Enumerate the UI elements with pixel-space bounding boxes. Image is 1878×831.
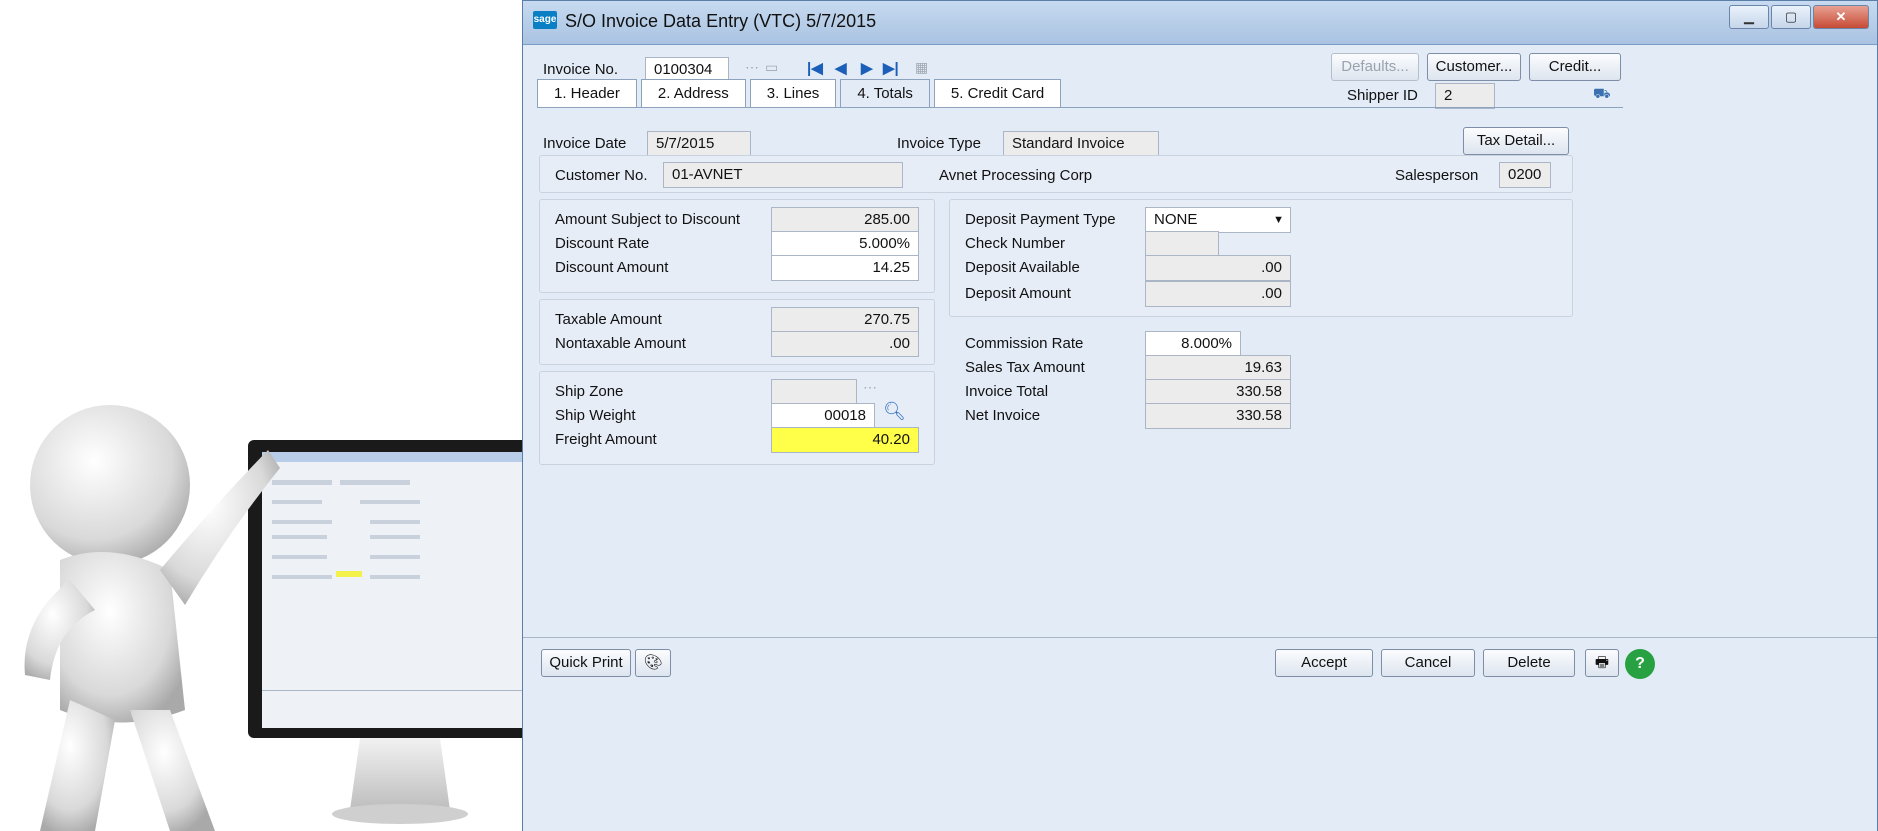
deposit-amount-label: Deposit Amount — [965, 285, 1071, 302]
discount-rate-label: Discount Rate — [555, 235, 650, 252]
cancel-button[interactable]: Cancel — [1381, 649, 1475, 677]
next-record-icon[interactable]: ▶ — [861, 59, 873, 77]
close-icon[interactable]: ✕ — [1813, 5, 1869, 29]
calendar-icon[interactable]: ▦ — [915, 59, 928, 76]
commission-rate-label: Commission Rate — [965, 335, 1084, 352]
net-invoice-label: Net Invoice — [965, 407, 1041, 424]
invoice-date-field[interactable]: 5/7/2015 — [647, 131, 751, 157]
customer-name: Avnet Processing Corp — [939, 167, 1093, 184]
tab-lines[interactable]: 3. Lines — [749, 79, 837, 107]
salesperson-field[interactable]: 0200 — [1499, 162, 1551, 188]
tax-detail-button[interactable]: Tax Detail... — [1463, 127, 1569, 155]
sage-logo-icon: sage — [533, 11, 557, 29]
nontaxable-amount-label: Nontaxable Amount — [555, 335, 686, 352]
ship-weight-field[interactable]: 00018 — [771, 403, 875, 429]
quick-print-button[interactable]: Quick Print — [541, 649, 631, 677]
search-icon[interactable]: 🔍︎ — [883, 401, 906, 422]
window-title: S/O Invoice Data Entry (VTC) 5/7/2015 — [565, 11, 877, 31]
freight-amount-label: Freight Amount — [555, 431, 657, 448]
help-icon[interactable]: ? — [1625, 649, 1655, 679]
invoice-type-label: Invoice Type — [897, 135, 981, 152]
invoice-total-field: 330.58 — [1145, 379, 1291, 405]
first-record-icon[interactable]: |◀ — [807, 59, 823, 77]
customer-no-field[interactable]: 01-AVNET — [663, 162, 903, 188]
previous-record-icon[interactable]: ◀ — [835, 59, 847, 77]
palette-icon[interactable]: 🎨︎ — [635, 649, 671, 677]
amount-subject-label: Amount Subject to Discount — [555, 211, 741, 228]
taxable-amount-label: Taxable Amount — [555, 311, 662, 328]
tab-header[interactable]: 1. Header — [537, 79, 637, 107]
check-number-label: Check Number — [965, 235, 1066, 252]
taxable-amount-field: 270.75 — [771, 307, 919, 333]
footer-divider — [523, 637, 1877, 638]
deposit-amount-field[interactable]: .00 — [1145, 281, 1291, 307]
invoice-no-label: Invoice No. — [543, 61, 619, 78]
freight-amount-field[interactable]: 40.20 — [771, 427, 919, 453]
tab-totals[interactable]: 4. Totals — [840, 79, 930, 107]
ship-zone-field[interactable] — [771, 379, 857, 405]
new-document-icon[interactable]: ▭ — [765, 59, 778, 76]
invoice-type-field[interactable]: Standard Invoice — [1003, 131, 1159, 157]
monitor-screen — [262, 452, 530, 728]
defaults-button[interactable]: Defaults... — [1331, 53, 1419, 81]
discount-amount-label: Discount Amount — [555, 259, 669, 276]
last-record-icon[interactable]: ▶| — [883, 59, 899, 77]
salesperson-label: Salesperson — [1395, 167, 1479, 184]
lookup-icon[interactable]: ⋯ — [745, 59, 759, 76]
sales-tax-amount-field: 19.63 — [1145, 355, 1291, 381]
maximize-icon[interactable]: ▢ — [1771, 5, 1811, 29]
chevron-down-icon[interactable]: ▼ — [1273, 208, 1284, 232]
figure-head — [30, 405, 190, 565]
credit-button[interactable]: Credit... — [1529, 53, 1621, 81]
net-invoice-field: 330.58 — [1145, 403, 1291, 429]
tab-address[interactable]: 2. Address — [640, 79, 746, 107]
discount-rate-field[interactable]: 5.000% — [771, 231, 919, 257]
print-icon[interactable]: 🖶 — [1585, 649, 1619, 677]
ship-zone-lookup-icon[interactable]: ⋯ — [863, 379, 877, 396]
shipper-id-field[interactable]: 2 — [1435, 83, 1495, 109]
commission-rate-field[interactable]: 8.000% — [1145, 331, 1241, 357]
customer-no-label: Customer No. — [555, 167, 648, 184]
figure-with-monitor-illustration — [24, 405, 530, 831]
invoice-data-entry-window: sage S/O Invoice Data Entry (VTC) 5/7/20… — [522, 0, 1878, 831]
deposit-available-field: .00 — [1145, 255, 1291, 281]
ship-zone-label: Ship Zone — [555, 383, 624, 400]
amount-subject-field: 285.00 — [771, 207, 919, 233]
deposit-payment-type-label: Deposit Payment Type — [965, 211, 1116, 228]
customer-button[interactable]: Customer... — [1427, 53, 1521, 81]
shipping-truck-icon[interactable]: ⛟ — [1593, 85, 1611, 104]
invoice-total-label: Invoice Total — [965, 383, 1049, 400]
deposit-payment-type-select[interactable]: NONE ▼ — [1145, 207, 1291, 233]
invoice-date-label: Invoice Date — [543, 135, 627, 152]
accept-button[interactable]: Accept — [1275, 649, 1373, 677]
nontaxable-amount-field: .00 — [771, 331, 919, 357]
delete-button[interactable]: Delete — [1483, 649, 1575, 677]
check-number-field[interactable] — [1145, 231, 1219, 257]
sales-tax-amount-label: Sales Tax Amount — [965, 359, 1085, 376]
tab-strip: 1. Header 2. Address 3. Lines 4. Totals … — [537, 79, 1065, 107]
window-client-area: Invoice No. 0100304 ⋯ ▭ |◀ ◀ ▶ ▶| ▦ Defa… — [523, 45, 1877, 831]
minimize-icon[interactable]: ▁ — [1729, 5, 1769, 29]
tab-credit-card[interactable]: 5. Credit Card — [933, 79, 1062, 107]
deposit-available-label: Deposit Available — [965, 259, 1080, 276]
discount-amount-field[interactable]: 14.25 — [771, 255, 919, 281]
title-bar: sage S/O Invoice Data Entry (VTC) 5/7/20… — [523, 1, 1877, 45]
shipper-id-label: Shipper ID — [1347, 87, 1418, 104]
ship-weight-label: Ship Weight — [555, 407, 636, 424]
deposit-payment-type-value: NONE — [1154, 211, 1198, 228]
